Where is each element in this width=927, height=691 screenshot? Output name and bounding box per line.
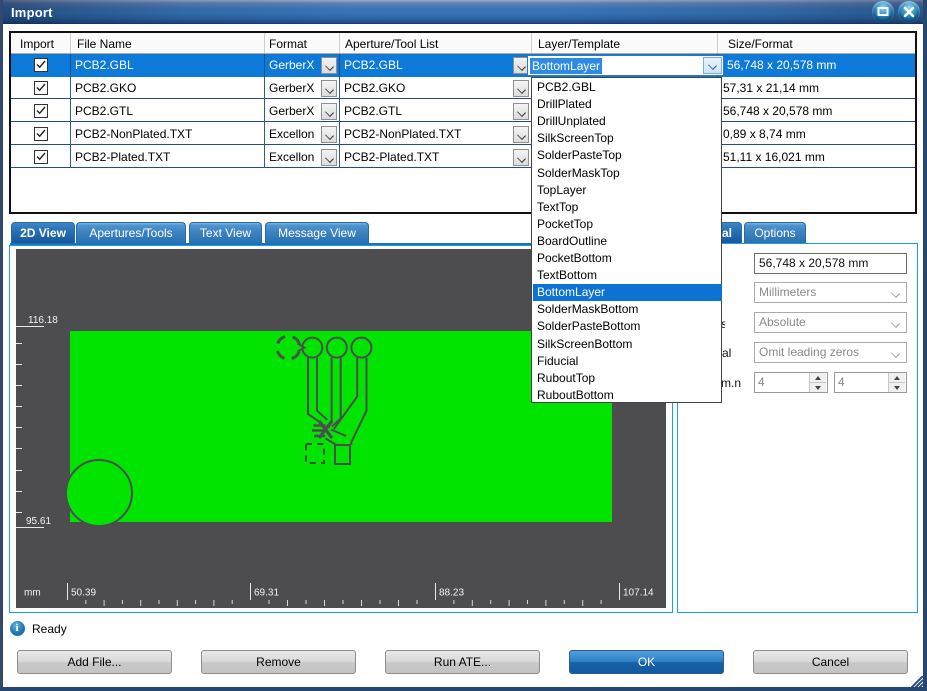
svg-text:116.18: 116.18	[28, 315, 58, 326]
svg-text:50.39: 50.39	[71, 587, 96, 598]
svg-text:mm: mm	[24, 587, 41, 598]
svg-text:69.31: 69.31	[254, 587, 279, 598]
svg-text:88.23: 88.23	[439, 587, 464, 598]
svg-text:95.61: 95.61	[26, 516, 51, 527]
svg-text:107.14: 107.14	[623, 587, 654, 598]
